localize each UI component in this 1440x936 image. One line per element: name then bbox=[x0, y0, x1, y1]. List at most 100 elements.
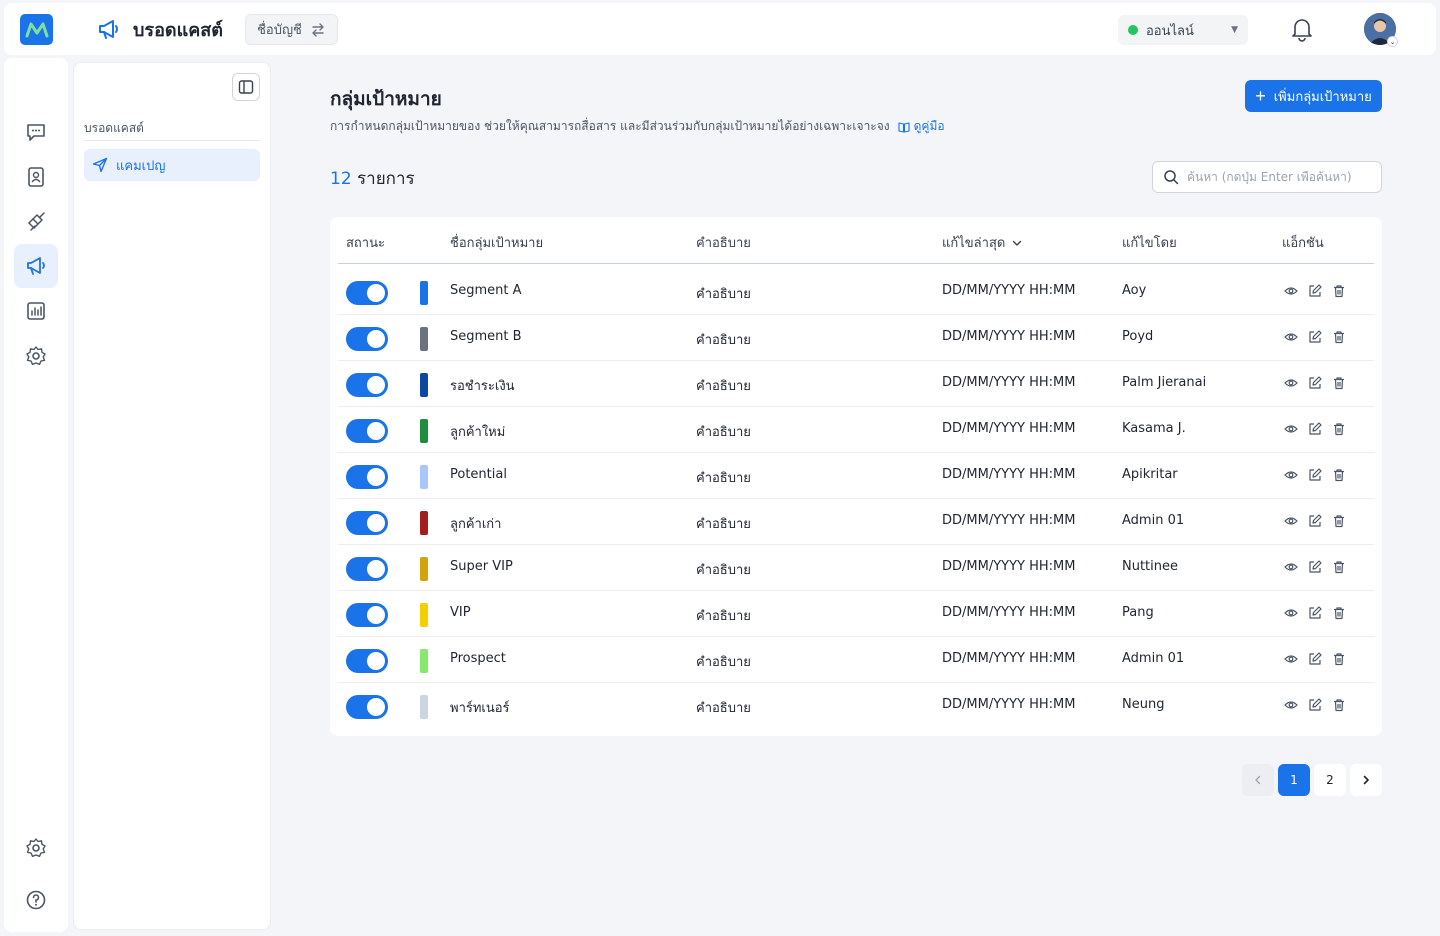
item-count: 12 รายการ bbox=[330, 165, 415, 192]
search-box bbox=[1152, 161, 1382, 193]
status-label: ออนไลน์ bbox=[1146, 23, 1194, 39]
table-row: พาร์ทเนอร์ คำอธิบาย DD/MM/YYYY HH:MM Neung bbox=[338, 683, 1374, 729]
rail-help[interactable] bbox=[14, 878, 58, 922]
view-button[interactable] bbox=[1284, 284, 1298, 298]
view-button[interactable] bbox=[1284, 330, 1298, 344]
trash-icon bbox=[1334, 285, 1344, 298]
chat-icon bbox=[27, 124, 45, 141]
view-button[interactable] bbox=[1284, 698, 1298, 712]
next-page-button[interactable] bbox=[1350, 764, 1382, 796]
search-icon bbox=[1164, 170, 1179, 185]
rail-broadcast[interactable] bbox=[14, 244, 58, 288]
edit-button[interactable] bbox=[1308, 376, 1322, 390]
edit-button[interactable] bbox=[1308, 422, 1322, 436]
segment-color-swatch bbox=[420, 511, 428, 535]
description-text: การกำหนดกลุ่มเป้าหมายของ ช่วยให้คุณสามาร… bbox=[330, 119, 890, 133]
status-toggle[interactable] bbox=[346, 557, 388, 581]
segment-description: คำอธิบาย bbox=[696, 563, 751, 578]
status-toggle[interactable] bbox=[346, 373, 388, 397]
edit-button[interactable] bbox=[1308, 652, 1322, 666]
row-actions bbox=[1284, 284, 1346, 298]
status-toggle[interactable] bbox=[346, 281, 388, 305]
view-button[interactable] bbox=[1284, 422, 1298, 436]
status-toggle[interactable] bbox=[346, 327, 388, 351]
segment-description: คำอธิบาย bbox=[696, 425, 751, 440]
view-button[interactable] bbox=[1284, 468, 1298, 482]
page-button-2[interactable]: 2 bbox=[1314, 764, 1346, 796]
rail-settings[interactable] bbox=[14, 334, 58, 378]
add-segment-button[interactable]: + เพิ่มกลุ่มเป้าหมาย bbox=[1245, 80, 1382, 112]
column-actions: แอ็กชัน bbox=[1282, 236, 1324, 251]
delete-button[interactable] bbox=[1332, 606, 1346, 620]
top-bar: บรอดแคสต์ ชื่อบัญชี ออนไลน์ ▼ ⌄ bbox=[4, 3, 1436, 55]
segment-name: Segment A bbox=[450, 283, 522, 298]
segment-updated-at: DD/MM/YYYY HH:MM bbox=[942, 467, 1076, 482]
status-toggle[interactable] bbox=[346, 695, 388, 719]
side-menu: บรอดแคสต์ แคมเปญ bbox=[73, 62, 271, 930]
search-input[interactable] bbox=[1187, 170, 1377, 184]
segment-name: ลูกค้าเก่า bbox=[450, 517, 502, 532]
delete-button[interactable] bbox=[1332, 376, 1346, 390]
delete-button[interactable] bbox=[1332, 284, 1346, 298]
page-button-1[interactable]: 1 bbox=[1278, 764, 1310, 796]
eye-icon bbox=[1284, 379, 1298, 387]
segment-name: Potential bbox=[450, 467, 507, 482]
edit-button[interactable] bbox=[1308, 330, 1322, 344]
delete-button[interactable] bbox=[1332, 560, 1346, 574]
edit-button[interactable] bbox=[1308, 606, 1322, 620]
edit-button[interactable] bbox=[1308, 514, 1322, 528]
prev-page-button[interactable] bbox=[1242, 764, 1274, 796]
sidebar-item-campaign[interactable]: แคมเปญ bbox=[84, 149, 260, 181]
online-status-select[interactable]: ออนไลน์ ▼ bbox=[1118, 15, 1248, 45]
delete-button[interactable] bbox=[1332, 514, 1346, 528]
status-dot bbox=[1128, 25, 1138, 35]
view-button[interactable] bbox=[1284, 376, 1298, 390]
report-icon bbox=[27, 302, 45, 320]
bell-icon[interactable] bbox=[1289, 16, 1315, 42]
segment-description: คำอธิบาย bbox=[696, 333, 751, 348]
rail-integration[interactable] bbox=[14, 199, 58, 243]
chevron-down-icon[interactable]: ⌄ bbox=[1387, 36, 1398, 47]
app-logo[interactable] bbox=[20, 14, 53, 45]
rail-chat[interactable] bbox=[14, 110, 58, 154]
segment-description: คำอธิบาย bbox=[696, 287, 751, 302]
rail-report[interactable] bbox=[14, 289, 58, 333]
status-toggle[interactable] bbox=[346, 465, 388, 489]
delete-button[interactable] bbox=[1332, 468, 1346, 482]
rail-bottom-settings[interactable] bbox=[14, 826, 58, 870]
edit-button[interactable] bbox=[1308, 284, 1322, 298]
guide-link[interactable]: ดูคู่มือ bbox=[898, 117, 945, 136]
segment-name: Super VIP bbox=[450, 559, 513, 574]
page-title: กลุ่มเป้าหมาย bbox=[330, 88, 442, 110]
segment-updated-by: Neung bbox=[1122, 697, 1165, 712]
eye-icon bbox=[1284, 655, 1298, 663]
edit-button[interactable] bbox=[1308, 468, 1322, 482]
settings-icon bbox=[26, 346, 46, 365]
column-last-updated[interactable]: แก้ไขล่าสุด bbox=[942, 232, 1023, 253]
segment-name: พาร์ทเนอร์ bbox=[450, 701, 510, 716]
plus-icon: + bbox=[1255, 86, 1266, 106]
edit-button[interactable] bbox=[1308, 560, 1322, 574]
segment-updated-by: Nuttinee bbox=[1122, 559, 1179, 574]
eye-icon bbox=[1284, 425, 1298, 433]
account-switcher[interactable]: ชื่อบัญชี bbox=[245, 14, 338, 45]
rail-contacts[interactable] bbox=[14, 155, 58, 199]
delete-button[interactable] bbox=[1332, 698, 1346, 712]
delete-button[interactable] bbox=[1332, 422, 1346, 436]
view-button[interactable] bbox=[1284, 652, 1298, 666]
view-button[interactable] bbox=[1284, 606, 1298, 620]
edit-button[interactable] bbox=[1308, 698, 1322, 712]
segment-updated-by: Aoy bbox=[1122, 283, 1147, 298]
chevron-left-icon bbox=[1255, 775, 1261, 785]
delete-button[interactable] bbox=[1332, 652, 1346, 666]
header-title-group: บรอดแคสต์ bbox=[97, 3, 223, 55]
view-button[interactable] bbox=[1284, 514, 1298, 528]
status-toggle[interactable] bbox=[346, 419, 388, 443]
status-toggle[interactable] bbox=[346, 603, 388, 627]
collapse-sidebar-button[interactable] bbox=[232, 73, 260, 101]
view-button[interactable] bbox=[1284, 560, 1298, 574]
status-toggle[interactable] bbox=[346, 511, 388, 535]
eye-icon bbox=[1284, 701, 1298, 709]
status-toggle[interactable] bbox=[346, 649, 388, 673]
delete-button[interactable] bbox=[1332, 330, 1346, 344]
